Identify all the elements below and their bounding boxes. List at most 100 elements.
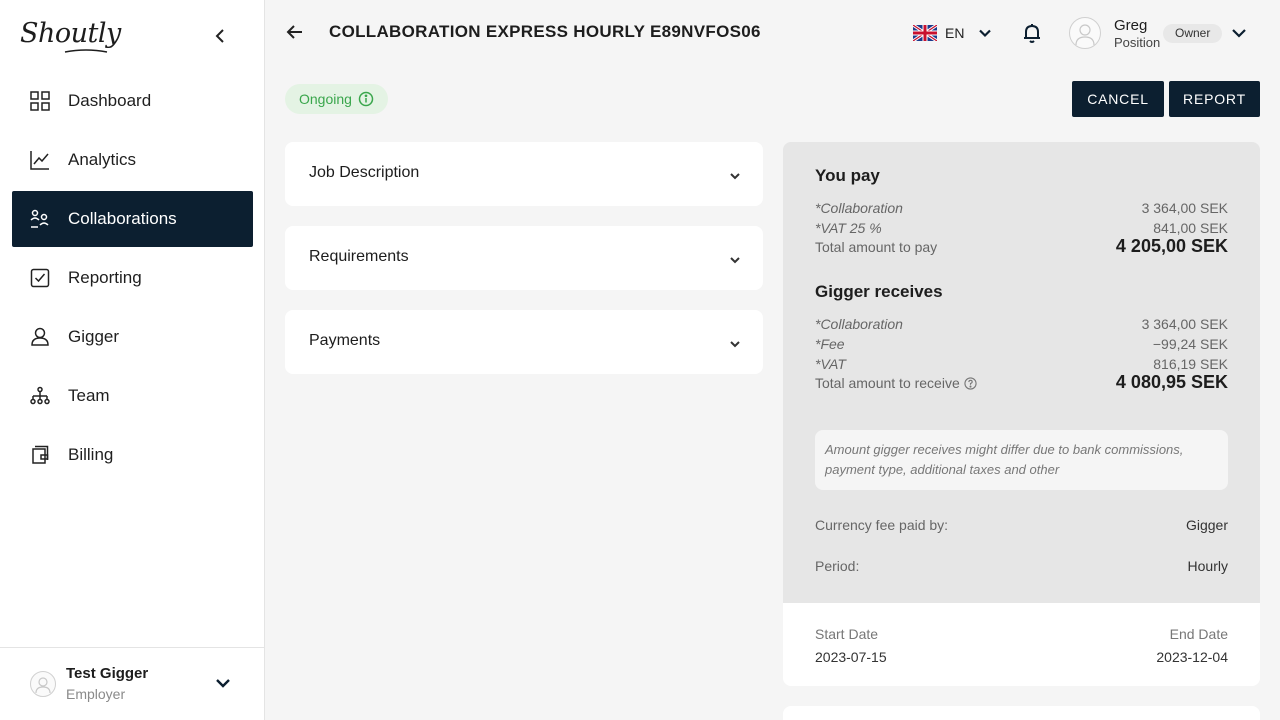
accordion-label: Job Description bbox=[309, 164, 420, 181]
collaborations-icon bbox=[30, 209, 50, 229]
chevron-down-icon bbox=[730, 173, 740, 180]
sidebar-user-role: Employer bbox=[66, 686, 126, 702]
row-value: −99,24 SEK bbox=[1152, 336, 1228, 352]
logo-swoosh-icon bbox=[64, 49, 108, 53]
chevron-left-icon bbox=[215, 29, 224, 43]
gigger-row: *Fee −99,24 SEK bbox=[815, 336, 1228, 352]
currency-fee-value: Gigger bbox=[1185, 517, 1228, 533]
chevron-down-icon bbox=[730, 257, 740, 264]
total-label: Total amount to pay bbox=[815, 239, 938, 255]
cancel-button[interactable]: CANCEL bbox=[1072, 81, 1164, 117]
uk-flag-icon bbox=[913, 25, 937, 41]
notification-bell-icon[interactable] bbox=[1021, 22, 1043, 44]
user-placeholder-icon bbox=[35, 677, 51, 694]
avatar[interactable] bbox=[1069, 17, 1101, 49]
gigger-receives-title: Gigger receives bbox=[815, 282, 943, 301]
end-date-value: 2023-12-04 bbox=[1156, 649, 1228, 665]
accordion-job-description[interactable]: Job Description bbox=[285, 142, 763, 206]
status-badge: Ongoing bbox=[285, 84, 388, 114]
language-selector[interactable]: EN bbox=[913, 22, 992, 44]
total-value: 4 205,00 SEK bbox=[1115, 236, 1228, 256]
sidebar-item-label: Team bbox=[68, 386, 110, 405]
help-icon[interactable] bbox=[964, 376, 977, 390]
chevron-down-icon[interactable] bbox=[214, 674, 232, 692]
row-label: *Collaboration bbox=[815, 200, 903, 216]
gigger-row: *VAT 816,19 SEK bbox=[815, 356, 1228, 372]
billing-icon bbox=[30, 445, 50, 465]
gigger-row: *Collaboration 3 364,00 SEK bbox=[815, 316, 1228, 332]
you-pay-title: You pay bbox=[815, 166, 880, 185]
language-code: EN bbox=[945, 25, 965, 41]
info-icon[interactable] bbox=[358, 91, 374, 107]
status-label: Ongoing bbox=[299, 91, 352, 107]
role-badge: Owner bbox=[1163, 24, 1223, 43]
team-icon bbox=[30, 386, 50, 406]
avatar[interactable] bbox=[30, 671, 56, 697]
period-value: Hourly bbox=[1187, 558, 1228, 574]
row-value: 3 364,00 SEK bbox=[1141, 200, 1228, 216]
row-label: *VAT 25 % bbox=[815, 220, 882, 236]
sidebar-item-reporting[interactable]: Reporting bbox=[12, 250, 253, 306]
row-value: 816,19 SEK bbox=[1153, 356, 1228, 372]
total-label: Total amount to receive bbox=[815, 375, 960, 391]
analytics-icon bbox=[30, 150, 50, 170]
top-header: COLLABORATION EXPRESS HOURLY E89NVFOS06 … bbox=[265, 0, 1280, 66]
sidebar-item-label: Billing bbox=[68, 445, 114, 464]
back-arrow-icon[interactable] bbox=[285, 22, 305, 42]
accordion-label: Payments bbox=[309, 332, 381, 349]
accordion-requirements[interactable]: Requirements bbox=[285, 226, 763, 290]
sidebar-nav: Dashboard Analytics Collaborations Repor… bbox=[12, 73, 253, 486]
row-label: *Collaboration bbox=[815, 316, 903, 332]
sidebar: Shoutly Dashboard Analytics Collaboratio… bbox=[0, 0, 265, 720]
row-value: 841,00 SEK bbox=[1153, 220, 1228, 236]
gigger-icon bbox=[30, 327, 50, 347]
logo-row: Shoutly bbox=[20, 18, 245, 54]
you-pay-total-row: Total amount to pay 4 205,00 SEK bbox=[815, 236, 1228, 257]
sidebar-item-team[interactable]: Team bbox=[12, 368, 253, 424]
sidebar-item-dashboard[interactable]: Dashboard bbox=[12, 73, 253, 129]
sidebar-item-label: Analytics bbox=[68, 150, 137, 169]
report-button[interactable]: REPORT bbox=[1169, 81, 1260, 117]
accordion-payments[interactable]: Payments bbox=[285, 310, 763, 374]
total-label-wrap: Total amount to receive bbox=[815, 375, 977, 393]
sidebar-item-label: Dashboard bbox=[68, 91, 152, 110]
sidebar-user: Test Gigger Employer bbox=[0, 647, 264, 720]
header-user-position: Position bbox=[1114, 35, 1161, 50]
start-date-value: 2023-07-15 bbox=[815, 649, 887, 665]
period-row: Period: Hourly bbox=[815, 558, 1228, 574]
sidebar-item-gigger[interactable]: Gigger bbox=[12, 309, 253, 365]
collapse-sidebar-button[interactable] bbox=[210, 26, 230, 46]
dates-card: Start Date 2023-07-15 End Date 2023-12-0… bbox=[783, 603, 1260, 686]
page-title: COLLABORATION EXPRESS HOURLY E89NVFOS06 bbox=[329, 22, 761, 41]
sidebar-item-label: Collaborations bbox=[68, 209, 177, 228]
logo: Shoutly bbox=[20, 18, 121, 49]
chevron-down-icon[interactable] bbox=[1230, 24, 1248, 42]
chevron-down-icon bbox=[730, 341, 740, 348]
you-pay-row: *Collaboration 3 364,00 SEK bbox=[815, 200, 1228, 216]
end-date-label: End Date bbox=[1169, 626, 1228, 642]
currency-fee-row: Currency fee paid by: Gigger bbox=[815, 517, 1228, 533]
gigger-total-row: Total amount to receive 4 080,95 SEK bbox=[815, 372, 1228, 393]
you-pay-row: *VAT 25 % 841,00 SEK bbox=[815, 220, 1228, 236]
row-label: *VAT bbox=[815, 356, 846, 372]
next-card bbox=[783, 706, 1260, 720]
row-value: 3 364,00 SEK bbox=[1141, 316, 1228, 332]
chevron-down-icon bbox=[979, 29, 992, 38]
row-label: *Fee bbox=[815, 336, 845, 352]
currency-fee-label: Currency fee paid by: bbox=[815, 517, 949, 533]
sidebar-item-billing[interactable]: Billing bbox=[12, 427, 253, 483]
sidebar-item-collaborations[interactable]: Collaborations bbox=[12, 191, 253, 247]
total-value: 4 080,95 SEK bbox=[1115, 372, 1228, 392]
accordion-label: Requirements bbox=[309, 248, 409, 265]
period-label: Period: bbox=[815, 558, 860, 574]
user-placeholder-icon bbox=[1075, 24, 1095, 46]
sidebar-item-label: Gigger bbox=[68, 327, 120, 346]
sidebar-user-name: Test Gigger bbox=[66, 665, 149, 682]
header-user-name: Greg bbox=[1114, 17, 1148, 34]
start-date-label: Start Date bbox=[815, 626, 879, 642]
sidebar-item-analytics[interactable]: Analytics bbox=[12, 132, 253, 188]
dashboard-icon bbox=[30, 91, 50, 111]
sidebar-item-label: Reporting bbox=[68, 268, 142, 287]
payment-summary-panel: You pay *Collaboration 3 364,00 SEK *VAT… bbox=[783, 142, 1260, 603]
reporting-icon bbox=[30, 268, 50, 288]
